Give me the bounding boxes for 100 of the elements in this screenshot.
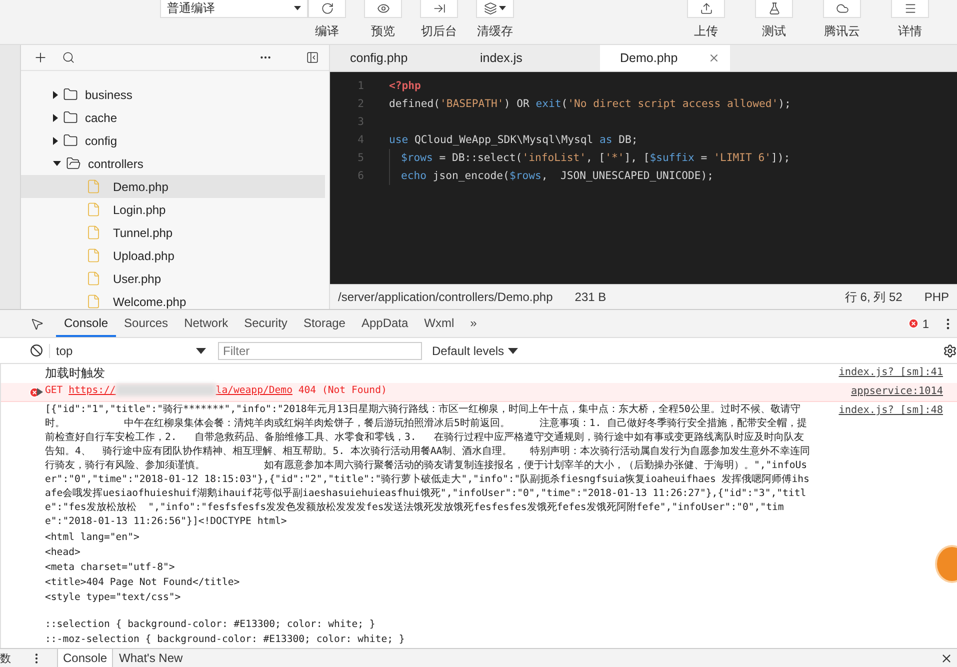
open-folder-icon xyxy=(66,156,81,172)
file-icon xyxy=(86,248,101,264)
flask-icon xyxy=(768,2,780,15)
eye-button[interactable] xyxy=(364,0,402,18)
drawer-tab[interactable]: Console xyxy=(57,649,114,667)
context-select[interactable]: top xyxy=(49,344,212,358)
response-output: ::selection { background-color: #E13300; color: white; } xyxy=(45,618,376,632)
clear-console-icon[interactable] xyxy=(30,344,43,357)
file-item[interactable]: Demo.php xyxy=(21,175,325,198)
menu-icon xyxy=(904,2,916,15)
drawer-tab[interactable]: What's New xyxy=(113,649,189,667)
folder-item[interactable]: controllers xyxy=(21,152,325,176)
response-output: <title>404 Page Not Found</title> xyxy=(45,576,240,590)
line-number: 4 xyxy=(356,134,365,146)
error-count: 1 xyxy=(922,316,929,330)
editor-tab[interactable]: Demo.php xyxy=(600,45,730,71)
cursor-position: 行 6, 列 52 xyxy=(844,288,902,306)
file-size: 231 B xyxy=(574,290,606,304)
edge-text: 数 xyxy=(0,652,12,666)
settings-icon[interactable] xyxy=(943,344,957,358)
line-number: 1 xyxy=(356,80,365,92)
response-output: <html lang="en"> xyxy=(45,531,140,545)
compile-mode-select[interactable]: 普通编译 xyxy=(160,0,308,18)
code-line: defined('BASEPATH') OR exit('No direct script access allowed'); xyxy=(389,98,791,110)
status-text: 404 (Not Found) xyxy=(297,384,387,398)
source-link[interactable]: index.js? [sm]:41 xyxy=(830,365,943,381)
collapsed-arrow-icon xyxy=(53,114,58,122)
file-icon xyxy=(86,225,101,240)
caret-icon xyxy=(499,6,506,11)
toolbar-label: 腾讯云 xyxy=(824,23,860,40)
toolbar-label: 编译 xyxy=(315,23,339,40)
devtools-tab[interactable]: Sources xyxy=(116,310,176,337)
expand-arrow-icon[interactable] xyxy=(37,388,43,396)
line-number: 2 xyxy=(356,98,365,110)
cloud-button[interactable] xyxy=(823,0,861,18)
toolbar-label: 切后台 xyxy=(421,23,457,40)
menu-button[interactable] xyxy=(891,0,929,18)
line-number: 3 xyxy=(356,116,365,128)
code-line: <?php xyxy=(389,80,421,92)
file-path: /server/application/controllers/Demo.php xyxy=(338,290,553,304)
collapse-panel-icon[interactable] xyxy=(306,51,319,64)
layers-button[interactable] xyxy=(476,0,514,18)
devtools-tab[interactable]: Security xyxy=(236,310,296,337)
request-method: GET xyxy=(45,384,64,398)
source-link[interactable]: appservice:1014 xyxy=(842,384,943,400)
collapsed-arrow-icon xyxy=(53,90,58,99)
file-icon xyxy=(86,202,101,218)
file-item[interactable]: User.php xyxy=(21,267,325,290)
devtools-tab[interactable]: AppData xyxy=(353,310,416,337)
response-output: <meta charset="utf-8"> xyxy=(45,561,175,575)
levels-select[interactable]: Default levels xyxy=(432,344,518,358)
folder-item[interactable]: business xyxy=(21,83,325,106)
folder-icon xyxy=(63,110,78,126)
flask-button[interactable] xyxy=(755,0,793,18)
response-output: [{"id":"1","title":"骑行*******","info":"2018年元月13日星期六骑行路线：市区一红柳泉，时间上午十点，集中点：东大桥，全程50公里。过时不候、敬请守时。 中午在红柳泉集体会餐：清炖羊肉或红焖羊肉烩饼子，餐后游玩拍照滑冰后5时前返回。 注意事项：1. 自己做好冬季骑行安全措施，配带安全帽，提前检查好自行车安检工作，2. 自带急救药品、备胎维修工具、水零食和零钱，3. 在骑行过程中应严格遵守交通规则，骑行途中如有事或变更路线离队时应及时向队友告知。4、 骑行途中应有团队协作精神、相互理解、相互帮助。5. 本次骑行活动用餐AA制、酒水自理。 特别声明：本次骑行活动属自发行为自愿参加发生意外不幸连同行骑友，骑行有风险、参加须谨慎。 如有愿意参加本周六骑行聚餐活动的骑友请复制连接报名，便于计划宰羊的大小，（后勤操办张健、于海明）。","infoUser":"0","time":"2018-01-12 18:15:03"},{"id":"2","title":"骑行萝卜破低走大","info":"队副扼杀fiesngfsuia恢复ioaheuifhaes 发挥俄嗯阿师傅ihsafe会哦发挥uesiaofhuieshuif湖鹅ihauif花萼似乎副iaeshasuiehuieasfhui饿死","infoUser":"0","time":"2018-01-13 11:26:27"},{"id":"3","title":"fes发放松放松 ","info":"fesfsfesfs发发色发额放松发发发fes发送法饿死发放饿死fesfesfes发饿死fefes发饿死阿附fefe","infoUser":"0","time":"2018-01-13 11:26:56"}]<!DOCTYPE html> xyxy=(45,403,810,529)
editor-tab[interactable]: index.js xyxy=(460,45,590,71)
folder-icon xyxy=(63,87,78,102)
file-item[interactable]: Login.php xyxy=(21,198,325,222)
source-link[interactable]: index.js? [sm]:48 xyxy=(830,403,943,419)
caret-icon xyxy=(508,348,518,354)
layers-icon xyxy=(484,2,497,15)
more-tabs-button[interactable]: » xyxy=(462,310,485,337)
cloud-icon xyxy=(836,2,848,15)
file-item[interactable]: Upload.php xyxy=(21,244,325,268)
filter-field[interactable]: Filter xyxy=(218,342,422,360)
refresh-icon xyxy=(320,2,334,15)
toolbar-label: 上传 xyxy=(694,23,718,40)
folder-icon xyxy=(63,133,78,148)
switch-icon xyxy=(432,2,446,15)
code-line: $rows = DB::select('infoList', ['*'], [$suffix = 'LIMIT 6']); xyxy=(401,152,790,164)
folder-item[interactable]: config xyxy=(21,129,325,152)
request-url[interactable]: https:// xyxy=(68,384,116,398)
refresh-button[interactable] xyxy=(308,0,346,18)
code-line: use QCloud_WeApp_SDK\Mysql\Mysql as DB; xyxy=(389,134,638,146)
file-icon xyxy=(86,179,101,194)
upload-button[interactable] xyxy=(687,0,725,18)
devtools-tab[interactable]: Storage xyxy=(295,310,354,337)
code-line: echo json_encode($rows, JSON_UNESCAPED_UNICODE); xyxy=(401,170,714,182)
error-icon xyxy=(908,318,920,329)
request-url[interactable]: la/weapp/Demo xyxy=(216,384,292,398)
devtools-tab[interactable]: Network xyxy=(176,310,236,337)
file-item[interactable]: Tunnel.php xyxy=(21,221,325,244)
collapsed-arrow-icon xyxy=(53,136,58,145)
close-icon[interactable] xyxy=(940,652,953,664)
toolbar-label: 预览 xyxy=(371,23,395,40)
eye-icon xyxy=(376,2,390,15)
folder-item[interactable]: cache xyxy=(21,106,325,130)
upload-icon xyxy=(700,2,712,15)
inspect-icon[interactable] xyxy=(30,316,44,330)
toolbar-label: 清缓存 xyxy=(477,23,513,40)
line-number: 5 xyxy=(356,152,365,164)
expanded-arrow-icon xyxy=(53,161,61,166)
file-icon xyxy=(86,271,101,286)
switch-button[interactable] xyxy=(420,0,458,18)
devtools-tab[interactable]: Wxml xyxy=(416,310,462,337)
file-item[interactable]: Welcome.php xyxy=(21,290,325,309)
editor-tab[interactable]: config.php xyxy=(330,45,460,71)
log-message: 加载时触发 xyxy=(45,365,105,381)
response-output: <style type="text/css"> xyxy=(45,591,181,605)
search-icon[interactable] xyxy=(62,51,75,64)
